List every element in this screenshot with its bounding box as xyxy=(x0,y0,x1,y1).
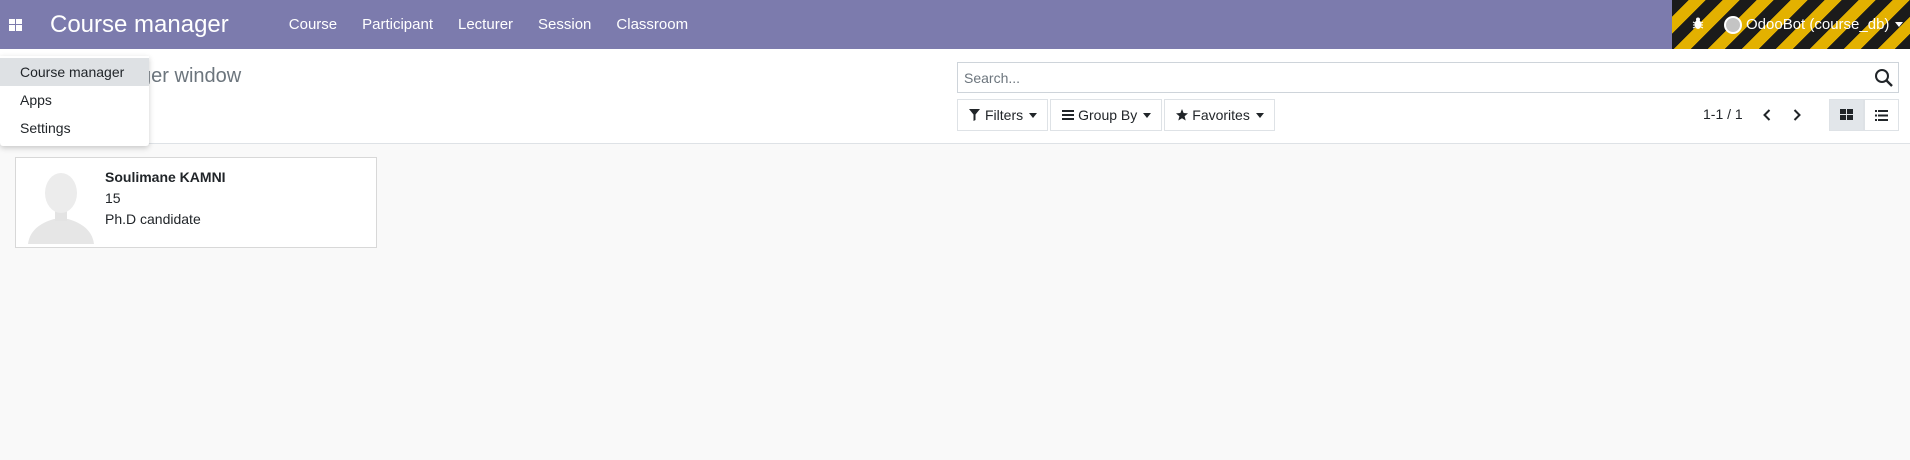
list-icon xyxy=(1875,109,1888,121)
star-icon xyxy=(1175,109,1188,122)
search-icon[interactable] xyxy=(1874,68,1894,88)
filter-icon xyxy=(968,109,981,122)
app-brand[interactable]: Course manager xyxy=(50,11,229,39)
systray: OdooBot (course_db) xyxy=(1672,0,1910,49)
view-switcher xyxy=(1829,99,1899,131)
apps-menu-button[interactable] xyxy=(0,0,30,49)
filters-button[interactable]: Filters xyxy=(957,99,1049,131)
th-large-icon xyxy=(1840,109,1853,120)
list-view-button[interactable] xyxy=(1864,99,1899,131)
search-options: Filters Group By Favorites xyxy=(957,99,1277,131)
pager-previous-button[interactable] xyxy=(1752,104,1782,126)
grid-icon xyxy=(8,18,22,31)
search-box xyxy=(957,62,1899,93)
control-panel: Course manager window Filters Group By F… xyxy=(0,49,1910,144)
favorites-button[interactable]: Favorites xyxy=(1164,99,1275,131)
person-placeholder-image xyxy=(26,164,96,244)
menu-item-lecturer[interactable]: Lecturer xyxy=(458,16,513,33)
search-input[interactable] xyxy=(958,63,1858,92)
apps-dropdown-menu: Course manager Apps Settings xyxy=(0,56,149,146)
menu-item-session[interactable]: Session xyxy=(538,16,591,33)
pager-next-button[interactable] xyxy=(1782,104,1812,126)
dropdown-item-settings[interactable]: Settings xyxy=(0,114,149,142)
dropdown-item-apps[interactable]: Apps xyxy=(0,86,149,114)
favorites-label: Favorites xyxy=(1192,107,1250,123)
groupby-button[interactable]: Group By xyxy=(1050,99,1163,131)
caret-down-icon xyxy=(1255,112,1264,118)
menu-item-participant[interactable]: Participant xyxy=(362,16,433,33)
menu-item-classroom[interactable]: Classroom xyxy=(616,16,688,33)
user-menu[interactable]: OdooBot (course_db) xyxy=(1724,15,1904,34)
caret-down-icon xyxy=(1143,112,1152,118)
main-navbar: Course manager Course Participant Lectur… xyxy=(0,0,1910,49)
kanban-view-button[interactable] xyxy=(1829,99,1864,131)
pager-nav xyxy=(1752,104,1812,126)
kanban-card[interactable]: Soulimane KAMNI 15 Ph.D candidate xyxy=(15,157,377,248)
menu-item-course[interactable]: Course xyxy=(289,16,337,33)
user-name: OdooBot (course_db) xyxy=(1746,16,1890,33)
chevron-right-icon xyxy=(1793,109,1801,121)
chevron-left-icon xyxy=(1763,109,1771,121)
filters-label: Filters xyxy=(985,107,1024,123)
card-field: 15 xyxy=(105,190,121,206)
dropdown-item-course-manager[interactable]: Course manager xyxy=(0,58,149,86)
user-avatar xyxy=(1724,15,1742,34)
bug-icon[interactable] xyxy=(1688,17,1708,33)
card-field: Ph.D candidate xyxy=(105,211,201,227)
bars-icon xyxy=(1061,109,1074,122)
pager-value[interactable]: 1-1 / 1 xyxy=(1703,106,1743,122)
top-menu: Course Participant Lecturer Session Clas… xyxy=(289,16,713,33)
card-title: Soulimane KAMNI xyxy=(105,169,226,185)
caret-down-icon xyxy=(1895,22,1904,27)
groupby-label: Group By xyxy=(1078,107,1138,123)
caret-down-icon xyxy=(1029,112,1038,118)
